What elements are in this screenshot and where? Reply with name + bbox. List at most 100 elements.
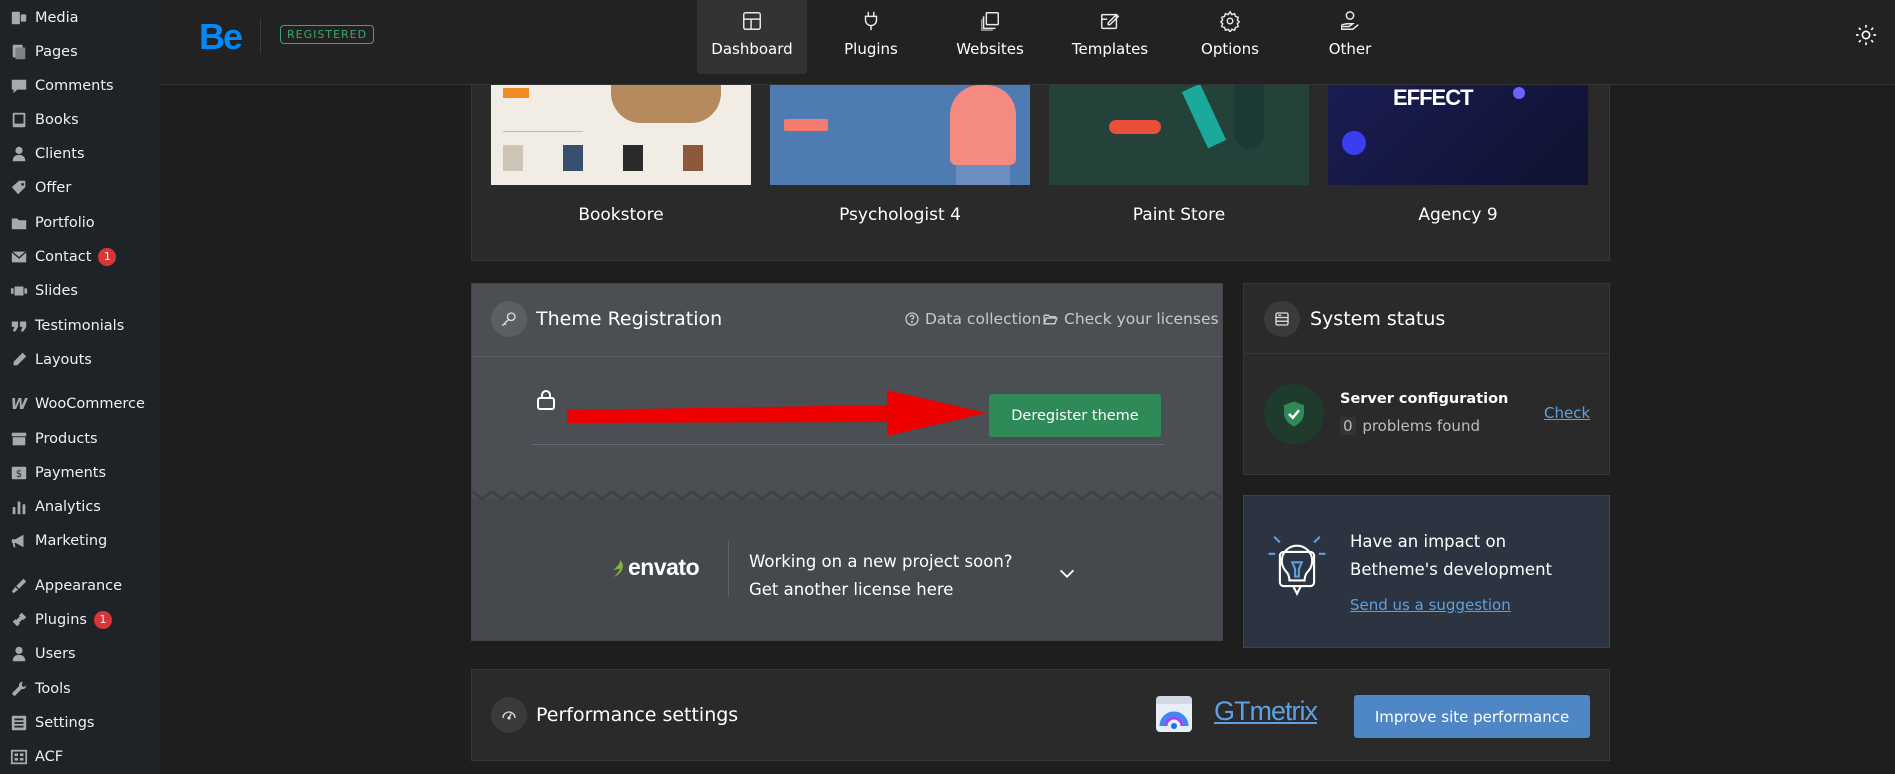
zigzag-divider bbox=[472, 491, 1222, 501]
sidebar-item-books[interactable]: Books bbox=[0, 107, 160, 133]
template-name-bookstore: Bookstore bbox=[578, 205, 664, 225]
data-collection-link[interactable]: Data collection bbox=[904, 310, 1041, 328]
betheme-topbar: Be REGISTERED Dashboard Plugins Websites… bbox=[160, 0, 1895, 85]
check-licenses-link[interactable]: Check your licenses bbox=[1042, 310, 1219, 328]
products-icon bbox=[8, 430, 30, 448]
users-icon bbox=[8, 645, 30, 663]
sidebar-item-payments[interactable]: $ Payments bbox=[0, 460, 160, 486]
tab-other[interactable]: Other bbox=[1295, 0, 1405, 74]
tab-label: Websites bbox=[956, 40, 1024, 58]
sidebar-item-analytics[interactable]: Analytics bbox=[0, 494, 160, 520]
plugins-count-badge: 1 bbox=[93, 611, 112, 629]
sidebar-item-portfolio[interactable]: Portfolio bbox=[0, 210, 160, 236]
sidebar-item-appearance[interactable]: Appearance bbox=[0, 573, 160, 599]
tab-plugins[interactable]: Plugins bbox=[816, 0, 926, 74]
options-gear-icon bbox=[1219, 10, 1241, 34]
deregister-theme-button[interactable]: Deregister theme bbox=[989, 394, 1161, 437]
sidebar-item-contact[interactable]: Contact 1 bbox=[0, 244, 160, 270]
sidebar-item-label: Appearance bbox=[35, 578, 123, 594]
tab-label: Plugins bbox=[844, 40, 898, 58]
check-link[interactable]: Check bbox=[1544, 404, 1590, 422]
books-icon bbox=[8, 111, 30, 129]
chevron-down-icon[interactable] bbox=[1056, 563, 1078, 589]
sidebar-item-layouts[interactable]: Layouts bbox=[0, 347, 160, 373]
slides-icon bbox=[8, 282, 30, 300]
agency-dot-shape bbox=[1513, 87, 1525, 99]
offer-icon bbox=[8, 179, 30, 197]
plug-icon bbox=[860, 10, 882, 32]
agency-sphere-shape bbox=[1342, 131, 1366, 155]
theme-toggle-sun-icon[interactable] bbox=[1855, 24, 1877, 46]
sidebar-item-users[interactable]: Users bbox=[0, 641, 160, 667]
sidebar-item-acf[interactable]: ACF bbox=[0, 744, 160, 770]
sidebar-item-label: Contact bbox=[35, 249, 92, 265]
promo-line-2: Get another license here bbox=[749, 580, 954, 599]
registered-badge: REGISTERED bbox=[280, 25, 375, 44]
sidebar-item-clients[interactable]: Clients bbox=[0, 141, 160, 167]
portfolio-icon bbox=[8, 214, 30, 232]
bookstore-divider bbox=[503, 131, 583, 132]
logo-separator bbox=[260, 18, 261, 54]
server-status-icon bbox=[1264, 301, 1300, 337]
improve-site-performance-button[interactable]: Improve site performance bbox=[1354, 695, 1590, 738]
sidebar-item-label: Users bbox=[35, 646, 76, 662]
bookstore-thumbnail[interactable] bbox=[491, 85, 751, 185]
system-status-panel: System status Server configuration 0 pro… bbox=[1243, 283, 1610, 475]
sidebar-item-plugins[interactable]: Plugins 1 bbox=[0, 607, 160, 633]
problems-count: 0 bbox=[1340, 417, 1356, 435]
tab-dashboard[interactable]: Dashboard bbox=[697, 0, 807, 74]
envato-leaf-icon bbox=[613, 558, 623, 577]
clients-icon bbox=[8, 145, 30, 163]
pages-icon bbox=[8, 43, 30, 61]
sidebar-item-testimonials[interactable]: Testimonials bbox=[0, 313, 160, 339]
sidebar-item-comments[interactable]: Comments bbox=[0, 73, 160, 99]
layouts-icon bbox=[8, 351, 30, 369]
betheme-logo[interactable]: Be bbox=[199, 16, 243, 58]
sidebar-item-slides[interactable]: Slides bbox=[0, 278, 160, 304]
theme-registration-title: Theme Registration bbox=[536, 308, 723, 330]
sidebar-item-pages[interactable]: Pages bbox=[0, 39, 160, 65]
envato-promo-text[interactable]: Working on a new project soon? Get anoth… bbox=[749, 548, 1013, 604]
sidebar-item-label: WooCommerce bbox=[35, 396, 145, 412]
red-arrow-annotation bbox=[567, 390, 987, 436]
testimonials-icon bbox=[8, 317, 30, 335]
psychologist-thumbnail[interactable] bbox=[770, 85, 1030, 185]
speedometer-icon bbox=[491, 697, 527, 733]
tab-websites[interactable]: Websites bbox=[935, 0, 1045, 74]
sidebar-item-label: Slides bbox=[35, 283, 78, 299]
impact-text: Have an impact on Betheme's development bbox=[1350, 528, 1552, 584]
agency-thumbnail[interactable]: EFFECT bbox=[1328, 85, 1588, 185]
paint-store-thumbnail[interactable] bbox=[1049, 85, 1309, 185]
agency-effect-logo: EFFECT bbox=[1393, 85, 1474, 110]
book-cover-thumb bbox=[683, 145, 703, 171]
system-status-header: System status bbox=[1244, 284, 1609, 354]
sidebar-item-label: Plugins bbox=[35, 612, 87, 628]
tab-label: Other bbox=[1328, 40, 1372, 58]
sidebar-item-woocommerce[interactable]: W WooCommerce bbox=[0, 391, 160, 417]
dashboard-icon bbox=[741, 10, 763, 32]
book-cover-thumb bbox=[623, 145, 643, 171]
tab-options[interactable]: Options bbox=[1175, 0, 1285, 74]
send-suggestion-link[interactable]: Send us a suggestion bbox=[1350, 596, 1511, 614]
impact-panel: Have an impact on Betheme's development … bbox=[1243, 495, 1610, 648]
pagespeed-logo bbox=[1156, 696, 1192, 732]
book-cover-thumb bbox=[503, 145, 523, 171]
sidebar-item-label: Testimonials bbox=[35, 318, 125, 334]
sidebar-item-marketing[interactable]: Marketing bbox=[0, 528, 160, 554]
analytics-icon bbox=[8, 498, 30, 516]
psychologist-cta-shape bbox=[784, 119, 828, 131]
sidebar-item-label: Comments bbox=[35, 78, 114, 94]
envato-logo[interactable]: envato bbox=[610, 554, 700, 581]
problems-found-text: 0 problems found bbox=[1340, 417, 1480, 435]
sidebar-item-tools[interactable]: Tools bbox=[0, 676, 160, 702]
tab-templates[interactable]: Templates bbox=[1055, 0, 1165, 74]
sidebar-item-settings[interactable]: Settings bbox=[0, 710, 160, 736]
gtmetrix-logo[interactable]: GTmetrix bbox=[1214, 696, 1318, 727]
sidebar-item-offer[interactable]: Offer bbox=[0, 175, 160, 201]
check-licenses-label: Check your licenses bbox=[1064, 310, 1219, 328]
tab-label: Templates bbox=[1071, 40, 1149, 58]
sidebar-item-media[interactable]: Media bbox=[0, 5, 160, 31]
bookstore-hero-image bbox=[611, 85, 721, 123]
tools-icon bbox=[8, 680, 30, 698]
sidebar-item-products[interactable]: Products bbox=[0, 426, 160, 452]
